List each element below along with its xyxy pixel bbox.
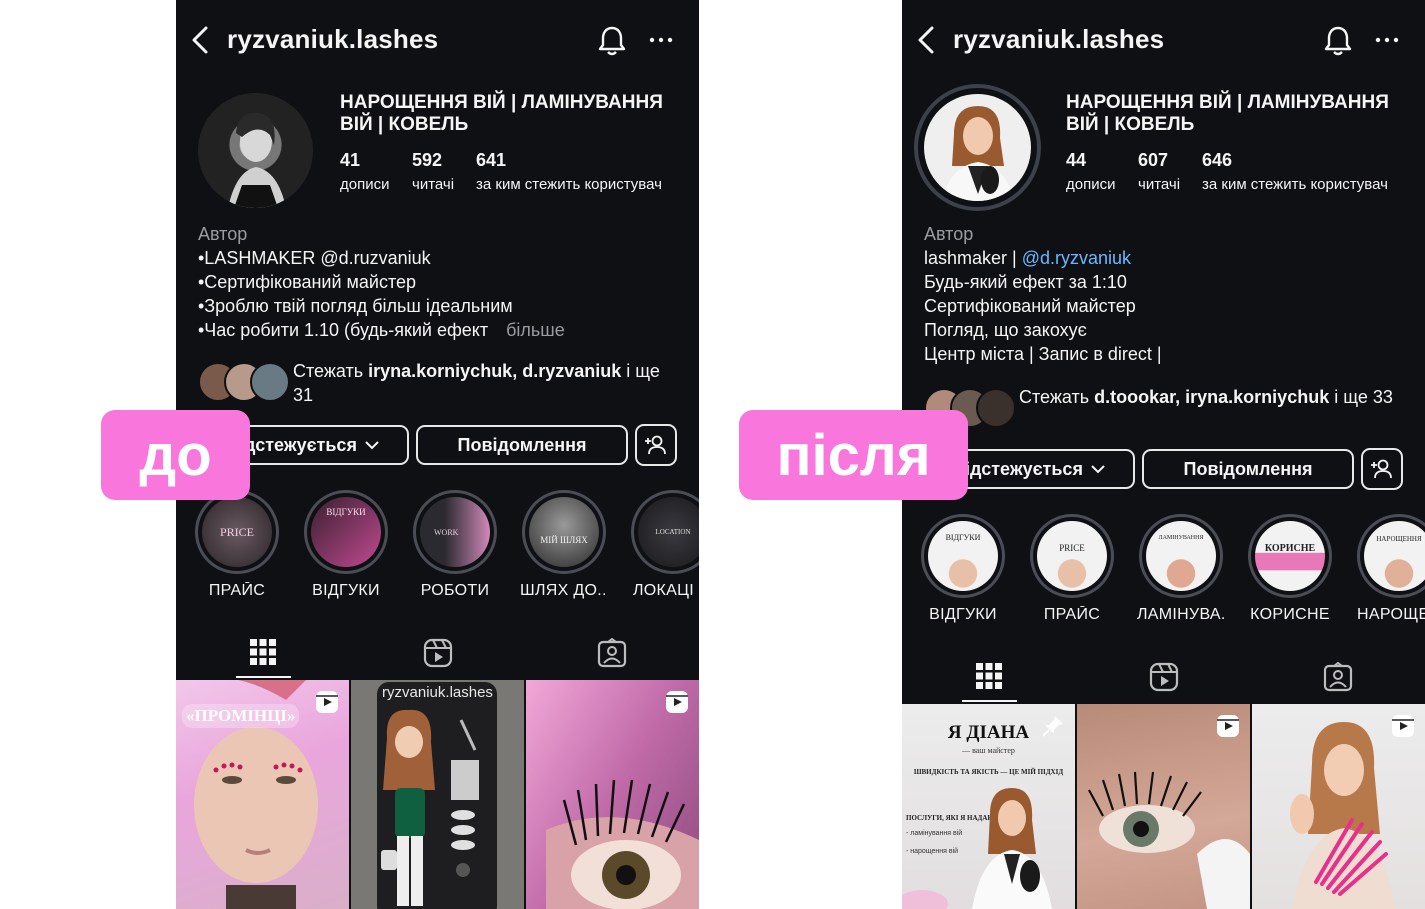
before-tag: до	[101, 410, 250, 500]
pin-icon	[1042, 716, 1063, 737]
bell-icon[interactable]	[1323, 24, 1353, 58]
highlight-works[interactable]: WORK РОБОТИ	[411, 490, 499, 600]
bio-line: •Час робити 1.10 (будь-який ефект	[198, 320, 489, 340]
post-tile[interactable]	[1252, 704, 1425, 909]
post-tile[interactable]: «ПРОМІНЦІ»	[176, 680, 349, 909]
highlight-useful[interactable]: КОРИСНЕ КОРИСНЕ	[1246, 514, 1334, 624]
top-bar: ryzvaniuk.lashes	[176, 0, 699, 80]
stat-followers[interactable]: 592 читачі	[412, 150, 454, 193]
highlight-lamination[interactable]: ЛАМІНУВАННЯЛАМІНУВА...	[1137, 514, 1225, 624]
posts-grid: Я ДІАНА — ваш майстер ШВИДКІСТЬ ТА ЯКІСТ…	[902, 704, 1425, 909]
add-user-icon	[645, 435, 666, 455]
highlight-location[interactable]: LOCATION ЛОКАЦІ	[629, 490, 699, 600]
bio-more-link[interactable]: більше	[506, 320, 565, 340]
bio-line: lashmaker |	[924, 248, 1022, 268]
post-caption: «ПРОМІНЦІ»	[182, 704, 300, 728]
followed-by[interactable]: Стежать d.toookar, iryna.korniychuk і ще…	[924, 387, 1404, 436]
tab-grid[interactable]	[902, 650, 1077, 702]
add-user-icon	[1371, 459, 1392, 479]
highlight-price[interactable]: PRICE ПРАЙС	[1028, 514, 1116, 624]
profile-tabs	[902, 650, 1425, 702]
post-tile[interactable]: Я ДІАНА — ваш майстер ШВИДКІСТЬ ТА ЯКІСТ…	[902, 704, 1075, 909]
message-button[interactable]: Повідомлення	[416, 425, 628, 465]
add-user-button[interactable]	[635, 424, 677, 466]
tab-tagged[interactable]	[1250, 650, 1425, 702]
followed-by-text: Стежать iryna.korniychuk, d.ryzvaniuk і …	[293, 361, 660, 405]
follower-avatar	[976, 388, 1016, 428]
post-tile[interactable]	[526, 680, 699, 909]
highlight-price[interactable]: PRICE ПРАЙС	[193, 490, 281, 600]
profile-avatar[interactable]	[924, 94, 1031, 201]
avatar-portrait-icon	[228, 112, 286, 208]
reel-badge-icon	[666, 691, 688, 713]
stat-following[interactable]: 646 за ким стежить користувач	[1202, 150, 1388, 193]
bio-line: •Зроблю твій погляд більш ідеальним	[198, 296, 513, 316]
post-eye-closeup-icon	[546, 779, 699, 909]
post-tile[interactable]	[1077, 704, 1250, 909]
stat-following[interactable]: 641 за ким стежить користувач	[476, 150, 662, 193]
add-user-button[interactable]	[1361, 448, 1403, 490]
profile-display-name: НАРОЩЕННЯ ВІЙ | ЛАМІНУВАННЯ ВІЙ | КОВЕЛЬ	[340, 92, 663, 135]
after-tag: після	[739, 410, 968, 500]
bio-category: Автор	[198, 224, 248, 244]
bio-mention-link[interactable]: @d.ryzvaniuk	[1022, 248, 1131, 268]
tab-reels[interactable]	[1076, 650, 1251, 702]
doll-kit-icon	[381, 709, 479, 906]
active-tab-indicator	[962, 700, 1017, 702]
back-arrow-icon[interactable]	[186, 24, 216, 56]
profile-screen-after: ryzvaniuk.lashes НАРОЩЕННЯ ВІЙ | ЛАМІНУВ…	[902, 0, 1425, 909]
posts-grid: «ПРОМІНЦІ» ryzvaniuk.lashes	[176, 680, 699, 909]
more-options-icon[interactable]	[1375, 30, 1399, 50]
active-tab-indicator	[236, 676, 291, 678]
post-tile[interactable]: ryzvaniuk.lashes	[351, 680, 524, 909]
profile-display-name: НАРОЩЕННЯ ВІЙ | ЛАМІНУВАННЯ ВІЙ | КОВЕЛЬ	[1066, 92, 1389, 135]
highlight-extensions[interactable]: НАРОЩЕННЯНАРОЩЕН	[1355, 514, 1425, 624]
stat-posts[interactable]: 44 дописи	[1066, 150, 1115, 193]
profile-username: ryzvaniuk.lashes	[227, 24, 439, 54]
highlight-reviews[interactable]: ВІДГУКИ ВІДГУКИ	[919, 514, 1007, 624]
reel-badge-icon	[1217, 715, 1239, 737]
followed-by-text: Стежать d.toookar, iryna.korniychuk і ще…	[1019, 387, 1393, 407]
more-options-icon[interactable]	[649, 30, 673, 50]
profile-screen-before: ryzvaniuk.lashes НАРОЩЕННЯ ВІЙ | ЛАМІНУВ…	[176, 0, 699, 909]
bio-line: Погляд, що закохує	[924, 320, 1087, 340]
bio-line: Будь-який ефект за 1:10	[924, 272, 1127, 292]
grid-icon	[250, 639, 276, 665]
tagged-icon	[597, 638, 627, 668]
profile-bio: Автор lashmaker | @d.ryzvaniuk Будь-який…	[924, 222, 1404, 366]
grid-icon	[976, 663, 1002, 689]
stat-followers[interactable]: 607 читачі	[1138, 150, 1180, 193]
follower-avatar	[250, 362, 290, 402]
reel-badge-icon	[1392, 715, 1414, 737]
highlight-path[interactable]: МІЙ ШЛЯХ ШЛЯХ ДО...	[520, 490, 608, 600]
top-bar: ryzvaniuk.lashes	[902, 0, 1425, 80]
bell-icon[interactable]	[597, 24, 627, 58]
tab-reels[interactable]	[350, 626, 525, 678]
reels-icon	[423, 638, 453, 668]
back-arrow-icon[interactable]	[912, 24, 942, 56]
bio-line: Центр міста | Запис в direct |	[924, 344, 1162, 364]
bio-line: •LASHMAKER @d.ruzvaniuk	[198, 248, 431, 268]
profile-tabs	[176, 626, 699, 678]
profile-avatar[interactable]	[198, 93, 313, 208]
chevron-down-icon	[1091, 465, 1105, 474]
tagged-icon	[1323, 662, 1353, 692]
bio-line: •Сертифікований майстер	[198, 272, 417, 292]
highlight-reviews[interactable]: ВІДГУКИ ВІДГУКИ	[302, 490, 390, 600]
reel-badge-icon	[316, 691, 338, 713]
tab-tagged[interactable]	[524, 626, 699, 678]
followed-by[interactable]: Стежать iryna.korniychuk, d.ryzvaniuk і …	[198, 361, 678, 410]
avatar-portrait-icon	[942, 106, 1014, 201]
profile-bio: Автор •LASHMAKER @d.ruzvaniuk •Сертифіко…	[198, 222, 678, 342]
chevron-down-icon	[365, 441, 379, 450]
reels-icon	[1149, 662, 1179, 692]
bio-category: Автор	[924, 224, 974, 244]
tab-grid[interactable]	[176, 626, 351, 678]
stat-posts[interactable]: 41 дописи	[340, 150, 389, 193]
profile-username: ryzvaniuk.lashes	[953, 24, 1165, 54]
message-button[interactable]: Повідомлення	[1142, 449, 1354, 489]
bio-line: Сертифікований майстер	[924, 296, 1136, 316]
